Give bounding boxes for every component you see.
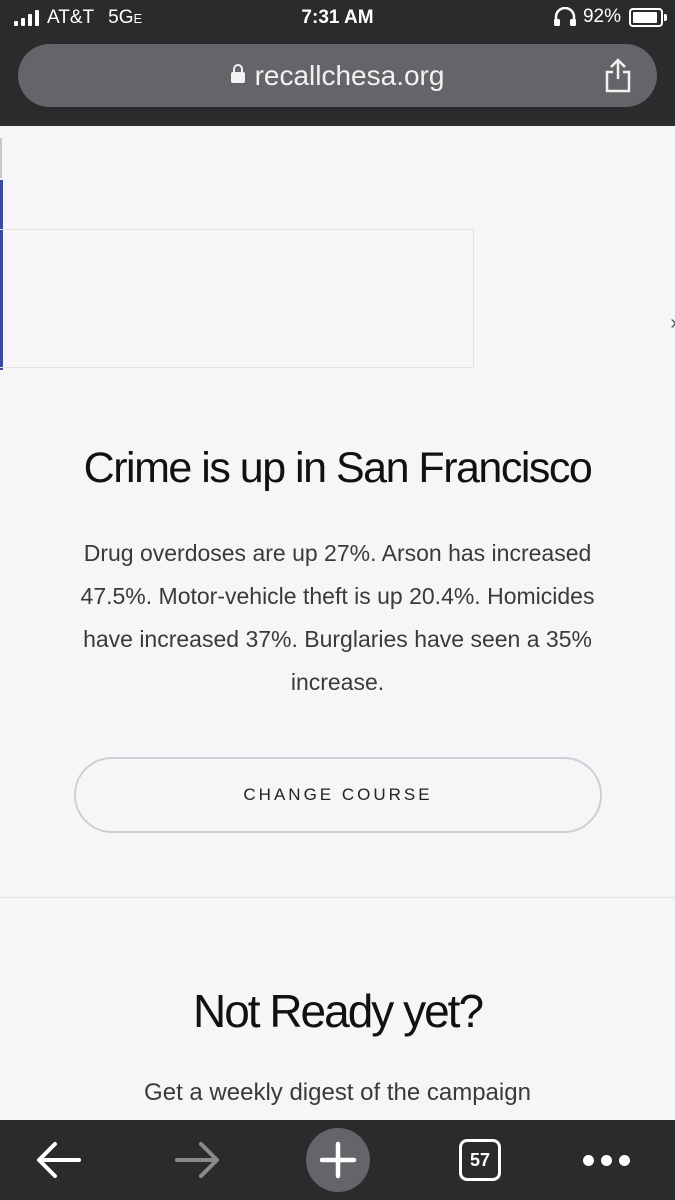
newsletter-title: Not Ready yet? <box>192 985 484 1037</box>
back-arrow-icon <box>37 1142 81 1178</box>
battery-fill <box>633 11 657 23</box>
url-text: recallchesa.org <box>254 60 445 91</box>
carousel-edge <box>0 138 2 178</box>
status-right: 92% <box>553 6 667 28</box>
status-bar: AT&T 5G E 7:31 AM 92% <box>0 0 675 38</box>
back-button[interactable] <box>22 1120 94 1200</box>
change-course-button[interactable]: CHANGE COURSE <box>74 757 602 833</box>
browser-toolbar: 57 <box>0 1120 675 1200</box>
hero-body-text: Drug overdoses are up 27%. Arson has inc… <box>80 540 595 695</box>
url-display[interactable]: recallchesa.org <box>18 60 657 92</box>
battery-percent: 92% <box>582 6 621 27</box>
tabs-button[interactable]: 57 <box>444 1120 516 1200</box>
address-bar[interactable]: recallchesa.org <box>18 44 657 107</box>
web-page: › Crime is up in San Francisco Drug over… <box>0 126 675 1120</box>
share-icon[interactable] <box>603 57 633 93</box>
image-placeholder <box>0 229 474 368</box>
browser-top-chrome: AT&T 5G E 7:31 AM 92% recallchesa.org <box>0 0 675 126</box>
tab-count-badge: 57 <box>459 1139 501 1181</box>
section-divider <box>0 897 675 898</box>
chevron-right-icon[interactable]: › <box>670 312 675 335</box>
newsletter-subtitle: Get a weekly digest of the campaign <box>144 1079 531 1106</box>
new-tab-button[interactable] <box>302 1120 374 1200</box>
more-dots-icon <box>582 1154 630 1166</box>
forward-button[interactable] <box>162 1120 234 1200</box>
more-menu-button[interactable] <box>566 1120 646 1200</box>
forward-arrow-icon <box>175 1142 219 1178</box>
lock-icon <box>230 64 245 83</box>
headphones-icon <box>553 7 576 26</box>
battery-icon <box>629 7 667 27</box>
new-tab-plus-icon <box>306 1128 370 1192</box>
hero-title: Crime is up in San Francisco <box>83 444 593 492</box>
